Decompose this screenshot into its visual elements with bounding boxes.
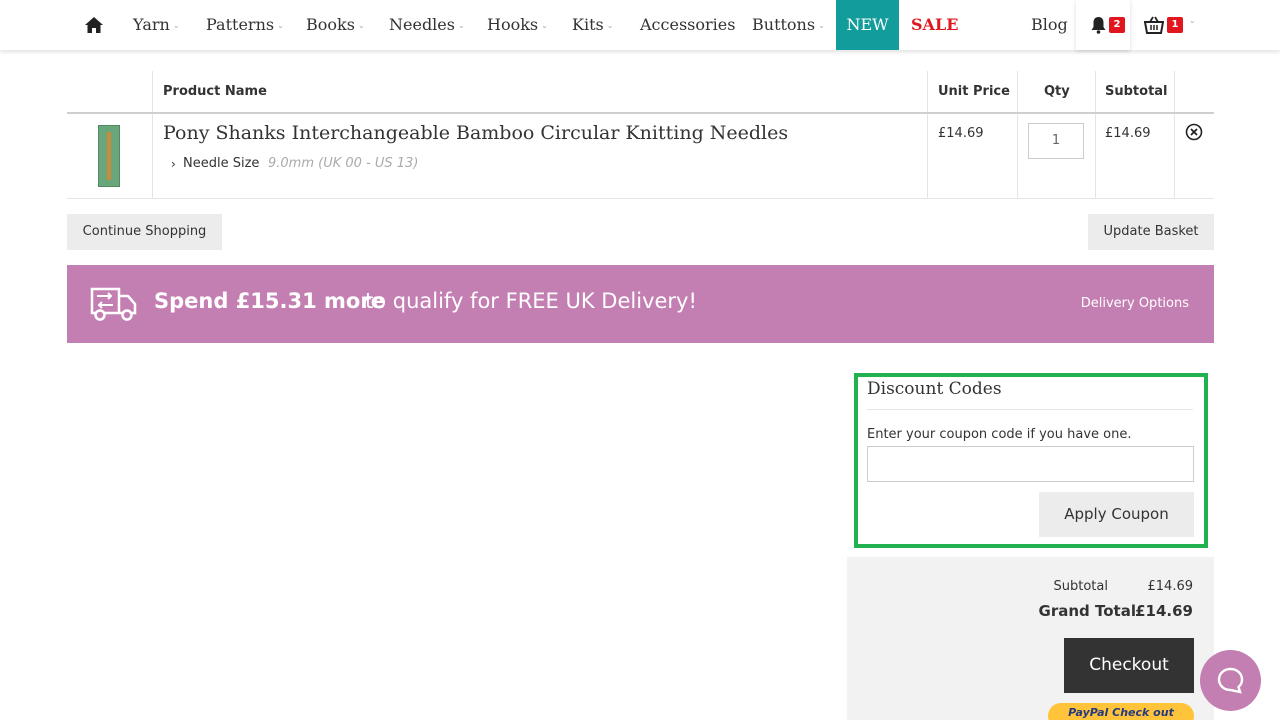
chevron-down-icon: ⌄: [457, 20, 465, 30]
nav-item-hooks[interactable]: Hooks ⌄: [487, 0, 548, 50]
grand-total-value: £14.69: [1135, 602, 1193, 620]
nav-item-accessories[interactable]: Accessories: [640, 0, 735, 50]
chat-bubble-icon: [1217, 667, 1244, 694]
basket-icon: [1144, 16, 1164, 34]
product-thumbnail[interactable]: [98, 125, 120, 187]
totals-panel: Subtotal £14.69 Grand Total £14.69 Check…: [847, 557, 1214, 720]
nav-item-sale[interactable]: SALE: [911, 0, 958, 50]
discount-codes-panel: Discount Codes Enter your coupon code if…: [854, 373, 1208, 548]
discount-title: Discount Codes: [867, 379, 1002, 399]
nav-item-label: Accessories: [640, 15, 736, 34]
unit-price: £14.69: [938, 126, 984, 141]
subtotal-value: £14.69: [1147, 579, 1194, 594]
nav-item-new[interactable]: NEW: [836, 0, 899, 50]
option-value: 9.0mm (UK 00 - US 13): [268, 156, 419, 171]
coupon-code-input[interactable]: [867, 446, 1194, 482]
notifications-button[interactable]: 2: [1076, 0, 1130, 50]
nav-item-label: Yarn: [133, 15, 170, 34]
column-divider: [1017, 71, 1018, 198]
row-divider: [67, 198, 1214, 199]
nav-item-patterns[interactable]: Patterns ⌄: [206, 0, 284, 50]
column-header-subtotal: Subtotal: [1105, 84, 1168, 99]
nav-item-needles[interactable]: Needles ⌄: [389, 0, 465, 50]
notifications-badge: 2: [1109, 17, 1125, 33]
delivery-qualify-text: to qualify for FREE UK Delivery!: [365, 289, 697, 313]
delivery-options-link[interactable]: Delivery Options: [1081, 296, 1189, 311]
nav-item-label: Books: [306, 15, 355, 34]
chevron-down-icon: ⌄: [818, 20, 825, 30]
chevron-right-icon: ›: [171, 157, 176, 171]
remove-item-icon[interactable]: [1185, 123, 1203, 141]
chevron-down-icon: ⌄: [172, 20, 180, 30]
chevron-down-icon: ⌄: [606, 20, 614, 30]
nav-item-blog[interactable]: Blog: [1031, 0, 1068, 50]
column-divider: [1095, 71, 1096, 198]
column-divider: [152, 71, 153, 198]
nav-item-books[interactable]: Books ⌄: [306, 0, 365, 50]
column-header-unit-price: Unit Price: [938, 84, 1010, 99]
column-header-product-name: Product Name: [163, 84, 267, 99]
column-divider: [927, 71, 928, 198]
option-label: Needle Size: [183, 156, 260, 171]
divider: [867, 409, 1193, 410]
header-divider: [67, 112, 1214, 114]
row-subtotal: £14.69: [1105, 126, 1151, 141]
nav-item-label: Hooks: [487, 15, 539, 34]
nav-item-label: Kits: [572, 15, 604, 34]
column-divider: [1174, 71, 1175, 198]
grand-total-label: Grand Total: [1038, 602, 1136, 620]
delivery-truck-icon: [90, 287, 137, 321]
chevron-down-icon: ⌄: [357, 20, 365, 30]
column-header-qty: Qty: [1044, 84, 1070, 99]
help-chat-button[interactable]: [1200, 650, 1261, 711]
quantity-input[interactable]: 1: [1028, 123, 1084, 159]
chevron-down-icon: ⌄: [1189, 16, 1196, 25]
chevron-down-icon: ⌄: [277, 20, 284, 30]
discount-help-text: Enter your coupon code if you have one.: [867, 427, 1132, 442]
paypal-checkout-button[interactable]: PayPal Check out: [1048, 703, 1194, 720]
update-basket-button[interactable]: Update Basket: [1088, 214, 1214, 250]
basket-badge: 1: [1167, 17, 1183, 33]
nav-item-kits[interactable]: Kits ⌄: [572, 0, 613, 50]
nav-item-label: Needles: [389, 15, 455, 34]
continue-shopping-button[interactable]: Continue Shopping: [67, 214, 222, 250]
nav-item-buttons[interactable]: Buttons ⌄: [752, 0, 825, 50]
apply-coupon-button[interactable]: Apply Coupon: [1039, 492, 1194, 537]
basket-button[interactable]: 1 ⌄: [1140, 0, 1200, 50]
nav-item-label: Buttons: [752, 15, 816, 34]
bell-icon: [1091, 17, 1106, 34]
checkout-button[interactable]: Checkout: [1064, 638, 1194, 693]
top-navigation: Yarn ⌄ Patterns ⌄ Books ⌄ Needles ⌄ Hooks ⌄ K…: [0, 0, 1280, 50]
nav-item-yarn[interactable]: Yarn ⌄: [133, 0, 180, 50]
chevron-down-icon: ⌄: [541, 20, 548, 30]
free-delivery-banner: Spend £15.31 more to qualify for FREE UK…: [67, 265, 1214, 343]
nav-item-label: Patterns: [206, 15, 275, 34]
home-icon[interactable]: [84, 15, 104, 35]
delivery-spend-amount: Spend £15.31 more: [154, 289, 385, 313]
subtotal-label: Subtotal: [1053, 579, 1108, 594]
product-name-link[interactable]: Pony Shanks Interchangeable Bamboo Circu…: [163, 122, 788, 144]
